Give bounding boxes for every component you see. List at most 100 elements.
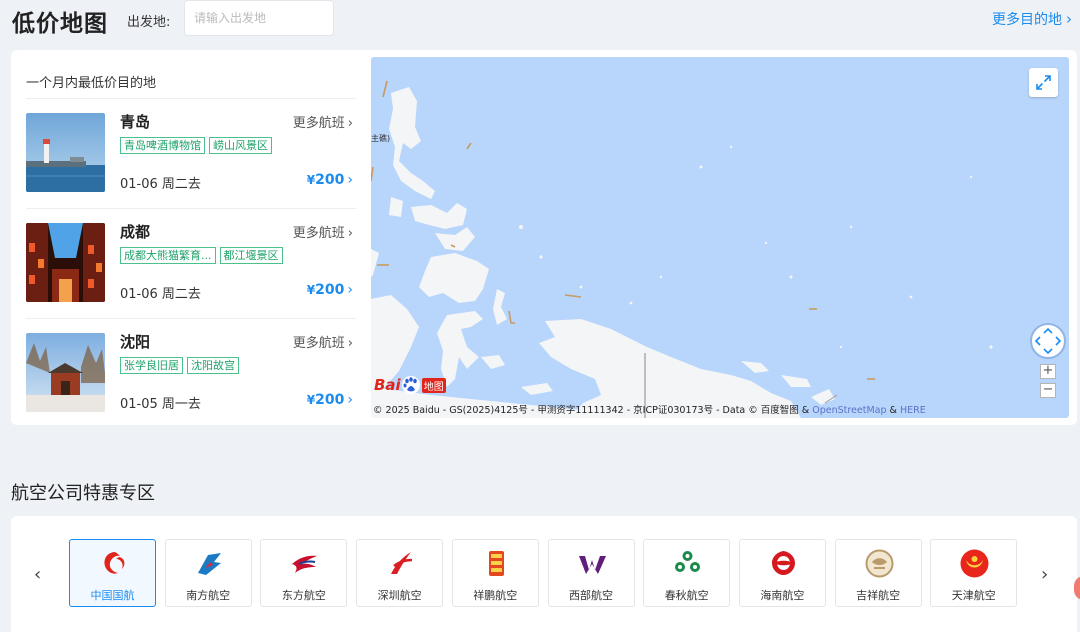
carousel-prev-button[interactable]: ‹ xyxy=(34,564,41,585)
shenzhen-airlines-bird-icon xyxy=(391,552,413,574)
airline-card[interactable]: 深圳航空 xyxy=(356,539,444,607)
baidu-logo-text: Bai xyxy=(374,376,401,394)
zoom-out-button[interactable]: − xyxy=(1040,383,1056,398)
juneyao-medallion-icon xyxy=(865,549,894,578)
expand-icon xyxy=(1036,75,1051,90)
lucky-air-seal-icon xyxy=(488,551,504,576)
destination-list: 青岛 更多航班› 青岛啤酒博物馆 崂山风景区 01-06 周二去 ¥200› xyxy=(26,98,356,428)
attribution-text: © 2025 Baidu - GS(2025)4125号 - 甲测资字11111… xyxy=(373,405,813,416)
map-attribution: © 2025 Baidu - GS(2025)4125号 - 甲测资字11111… xyxy=(373,402,926,416)
price-link[interactable]: ¥200 › xyxy=(307,392,353,408)
origin-input[interactable] xyxy=(184,0,334,36)
city-name: 成都 xyxy=(120,223,151,241)
airline-section-title: 航空公司特惠专区 xyxy=(11,483,155,504)
airline-card[interactable]: 南方航空 xyxy=(164,539,252,607)
attraction-tag[interactable]: 都江堰景区 xyxy=(219,247,283,264)
airline-card[interactable]: 春秋航空 xyxy=(643,539,731,607)
map-landmass xyxy=(371,80,993,418)
destination-row-chengdu[interactable]: 成都 更多航班 › 成都大熊猫繁育... 都江堰景区 01-06 周二去 ¥200… xyxy=(26,208,356,318)
price-link[interactable]: ¥200 › xyxy=(307,282,353,298)
airline-card[interactable]: 东方航空 xyxy=(260,539,348,607)
more-flights-link[interactable]: 更多航班 › xyxy=(293,112,353,131)
map-place-label: 主礁) xyxy=(371,134,391,143)
more-flights-link[interactable]: 更多航班 › xyxy=(293,332,353,351)
attraction-tag[interactable]: 沈阳故宫 xyxy=(187,357,239,374)
china-eastern-swallow-icon xyxy=(292,555,318,573)
west-air-w-icon xyxy=(578,556,606,574)
baidu-paw-icon xyxy=(401,376,420,394)
destination-row-qingdao[interactable]: 青岛 更多航班 › 青岛啤酒博物馆 崂山风景区 01-06 周二去 ¥200 › xyxy=(26,98,356,208)
airline-card[interactable]: 中国国航 xyxy=(69,539,156,607)
page-header: 低价地图 出发地: 更多目的地 › xyxy=(0,0,1080,44)
price-value: 200 xyxy=(315,282,345,298)
airline-carousel: ‹ 中国国航 南方航空 东方航空 深圳航空 祥鹏航空 西部航空 春秋航空 海南航空 吉祥航空 天津… xyxy=(11,516,1077,632)
attraction-tags: 张学良旧居 沈阳故宫 xyxy=(120,357,239,374)
air-china-phoenix-icon xyxy=(104,552,125,574)
departure-date: 01-06 周二去 xyxy=(120,177,201,192)
attribution-separator: & xyxy=(886,405,900,416)
departure-date: 01-06 周二去 xyxy=(120,287,201,302)
airline-name: 西部航空 xyxy=(569,589,613,602)
chevron-right-icon: › xyxy=(1041,564,1049,585)
china-southern-kapok-icon xyxy=(197,553,221,575)
airline-name: 中国国航 xyxy=(90,589,135,602)
qingdao-photo xyxy=(26,113,105,192)
tianjin-airlines-sun-icon xyxy=(960,549,989,578)
chengdu-photo xyxy=(26,223,105,302)
airline-card[interactable]: 海南航空 xyxy=(738,539,826,607)
more-destinations-label: 更多目的地 xyxy=(992,12,1062,28)
baidu-map-logo: Bai 地图 xyxy=(374,375,446,395)
spring-airlines-clover-icon xyxy=(675,551,701,572)
city-name: 青岛 xyxy=(120,113,151,131)
airline-name: 海南航空 xyxy=(760,589,805,602)
origin-label: 出发地: xyxy=(127,15,171,30)
attraction-tag[interactable]: 青岛啤酒博物馆 xyxy=(120,137,205,154)
carousel-next-button[interactable]: › xyxy=(1041,564,1048,585)
airline-name: 南方航空 xyxy=(186,589,231,602)
price-map[interactable]: 主礁) + − Bai 地图 © 2025 Baidu - GS(2025)41… xyxy=(371,57,1069,418)
airline-name: 吉祥航空 xyxy=(856,589,901,602)
chevron-right-icon: › xyxy=(1066,10,1072,28)
airline-card[interactable]: 西部航空 xyxy=(547,539,635,607)
attraction-tag[interactable]: 张学良旧居 xyxy=(120,357,183,374)
more-destinations-link[interactable]: 更多目的地 › xyxy=(992,9,1072,29)
attraction-tags: 成都大熊猫繁育... 都江堰景区 xyxy=(120,247,283,264)
more-flights-link[interactable]: 更多航班 › xyxy=(293,222,353,241)
more-flights-label: 更多航班 xyxy=(292,226,345,241)
pan-arrows-icon xyxy=(1034,327,1062,355)
hainan-airlines-roc-icon xyxy=(771,551,795,575)
lowest-price-heading: 一个月内最低价目的地 xyxy=(26,76,157,91)
city-name: 沈阳 xyxy=(120,333,151,351)
chevron-right-icon: › xyxy=(347,282,353,298)
chevron-left-icon: ‹ xyxy=(34,564,42,585)
price-value: 200 xyxy=(315,172,345,188)
more-flights-label: 更多航班 xyxy=(292,336,345,351)
attraction-tag[interactable]: 崂山风景区 xyxy=(209,137,272,154)
airline-name: 春秋航空 xyxy=(664,589,709,602)
fullscreen-button[interactable] xyxy=(1029,68,1058,97)
chevron-right-icon: › xyxy=(347,116,353,131)
here-link[interactable]: HERE xyxy=(900,405,926,416)
airline-card[interactable]: 祥鹏航空 xyxy=(451,539,539,607)
destination-row-shenyang[interactable]: 沈阳 更多航班 › 张学良旧居 沈阳故宫 01-05 周一去 ¥200 › xyxy=(26,318,356,428)
shenyang-photo xyxy=(26,333,105,412)
chevron-right-icon: › xyxy=(347,336,353,351)
airline-name: 深圳航空 xyxy=(377,589,422,602)
airline-name: 天津航空 xyxy=(951,589,996,602)
airline-card[interactable]: 天津航空 xyxy=(930,539,1018,607)
airline-name: 祥鹏航空 xyxy=(473,589,518,602)
airline-card[interactable]: 吉祥航空 xyxy=(834,539,922,607)
attraction-tags: 青岛啤酒博物馆 崂山风景区 xyxy=(120,137,272,154)
currency-symbol: ¥ xyxy=(306,173,316,187)
price-link[interactable]: ¥200 › xyxy=(307,172,353,188)
page-title: 低价地图 xyxy=(12,11,108,37)
lowest-price-card: 一个月内最低价目的地 青岛 更多航班 › 青岛啤酒博物馆 崂山风景区 01-06… xyxy=(11,50,1077,425)
price-value: 200 xyxy=(315,392,345,408)
attraction-tag[interactable]: 成都大熊猫繁育... xyxy=(120,247,216,264)
osm-link[interactable]: OpenStreetMap xyxy=(812,405,886,416)
currency-symbol: ¥ xyxy=(306,393,316,407)
zoom-in-button[interactable]: + xyxy=(1040,364,1056,379)
map-pan-control[interactable] xyxy=(1030,323,1066,359)
chevron-right-icon: › xyxy=(347,226,353,241)
departure-date: 01-05 周一去 xyxy=(120,397,201,412)
